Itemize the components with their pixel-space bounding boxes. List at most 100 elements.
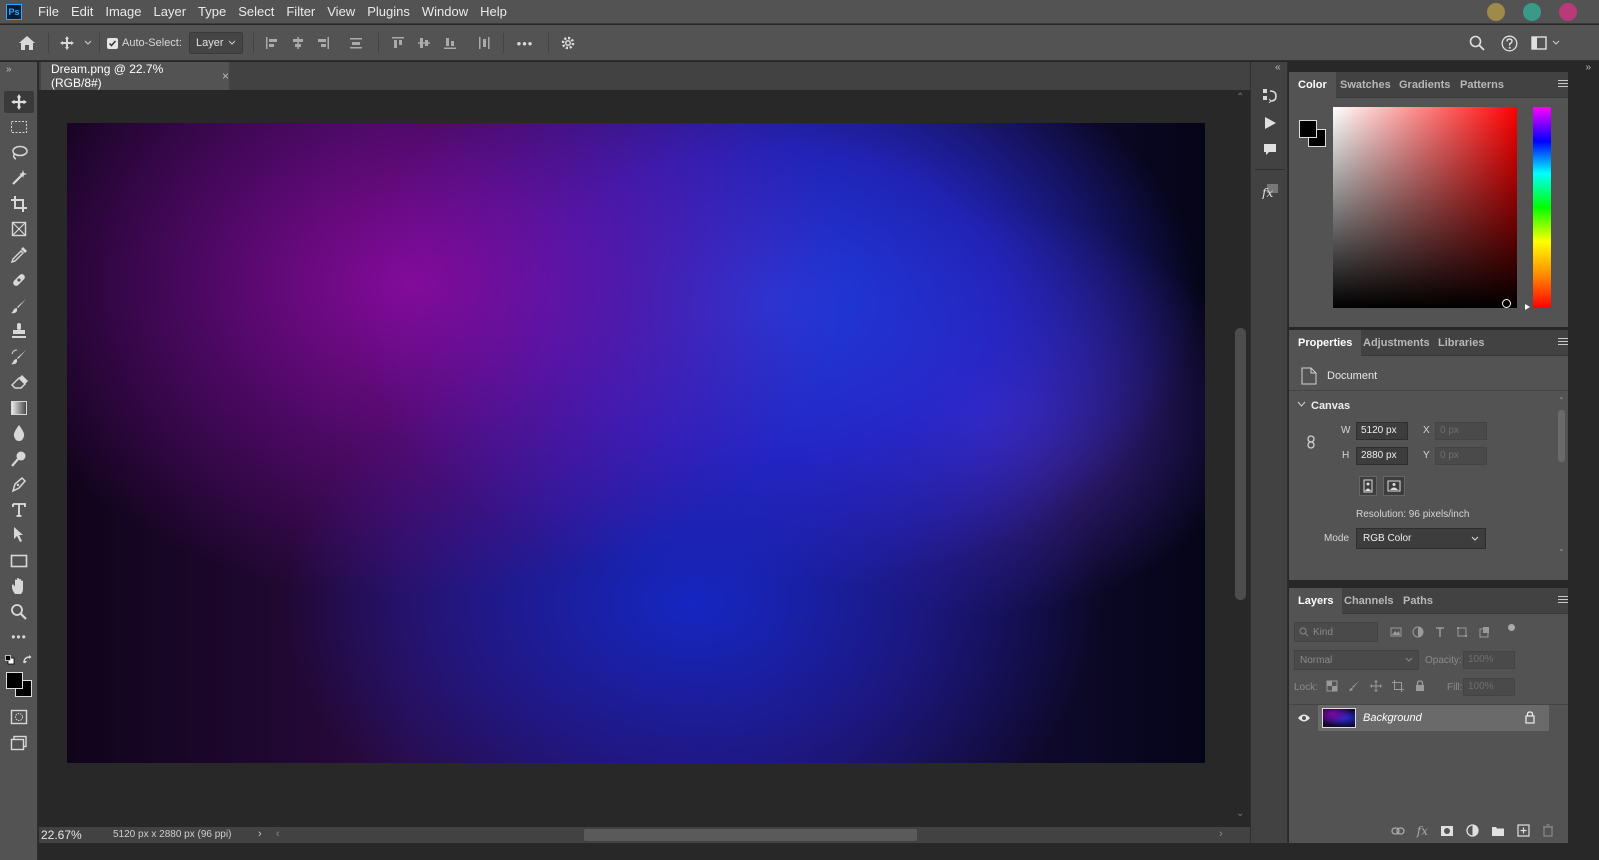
scroll-right-icon[interactable]: › <box>1219 828 1223 840</box>
tab-patterns[interactable]: Patterns <box>1451 72 1513 98</box>
color-picker-handle[interactable] <box>1502 299 1511 308</box>
collab-dot-2[interactable] <box>1523 3 1541 21</box>
menu-filter[interactable]: Filter <box>280 0 321 24</box>
menu-plugins[interactable]: Plugins <box>361 0 416 24</box>
eraser-tool[interactable] <box>4 371 34 393</box>
gradient-tool[interactable] <box>4 397 34 419</box>
align-left-button[interactable] <box>264 25 280 61</box>
shape-layer-filter-icon[interactable] <box>1456 626 1468 638</box>
default-colors-button[interactable] <box>5 655 15 665</box>
properties-scrollbar[interactable]: ⌃ ⌄ <box>1557 392 1567 580</box>
blur-tool[interactable] <box>4 422 34 444</box>
new-adjustment-layer-icon[interactable] <box>1466 824 1479 837</box>
add-mask-icon[interactable] <box>1440 825 1454 837</box>
properties-scroll-thumb[interactable] <box>1558 410 1565 462</box>
lock-all-icon[interactable] <box>1414 680 1426 692</box>
portrait-orientation-button[interactable] <box>1359 476 1377 496</box>
canvas-y-field[interactable]: 0 px <box>1435 447 1487 465</box>
eyedropper-tool[interactable] <box>4 244 34 266</box>
zoom-tool[interactable] <box>4 601 34 623</box>
menu-window[interactable]: Window <box>416 0 474 24</box>
tab-color[interactable]: Color <box>1289 72 1336 98</box>
collab-dot-3[interactable] <box>1559 3 1577 21</box>
menu-type[interactable]: Type <box>192 0 232 24</box>
link-icon[interactable] <box>1306 435 1316 449</box>
auto-select-target-dropdown[interactable]: Layer <box>189 25 243 61</box>
filter-toggle[interactable] <box>1508 624 1515 631</box>
smart-object-filter-icon[interactable] <box>1478 626 1490 638</box>
menu-view[interactable]: View <box>321 0 361 24</box>
zoom-level[interactable]: 22.67% <box>41 828 82 842</box>
layer-style-icon[interactable]: fx <box>1417 824 1428 838</box>
canvas-section-title[interactable]: Canvas <box>1311 400 1350 412</box>
new-layer-icon[interactable] <box>1517 824 1530 837</box>
chevron-down-icon[interactable] <box>82 25 94 61</box>
document-canvas-image[interactable] <box>67 123 1205 763</box>
type-layer-filter-icon[interactable] <box>1434 626 1446 638</box>
frame-tool[interactable] <box>4 218 34 240</box>
collapse-toolbar-icon[interactable]: » <box>6 64 12 75</box>
menu-select[interactable]: Select <box>232 0 280 24</box>
blend-mode-dropdown[interactable]: Normal <box>1294 650 1419 670</box>
tab-properties[interactable]: Properties <box>1289 330 1362 356</box>
clone-stamp-tool[interactable] <box>4 320 34 342</box>
scroll-down-icon[interactable]: ⌄ <box>1558 544 1565 553</box>
layer-row[interactable]: Background <box>1289 705 1549 731</box>
dodge-tool[interactable] <box>4 448 34 470</box>
tab-adjustments[interactable]: Adjustments <box>1354 330 1439 356</box>
move-tool[interactable] <box>4 91 34 113</box>
align-bottom-button[interactable] <box>442 25 458 61</box>
foreground-color-swatch[interactable] <box>1299 120 1317 138</box>
chevron-down-icon[interactable] <box>1297 401 1306 407</box>
status-menu-arrow-icon[interactable]: › <box>258 828 262 840</box>
document-tab[interactable]: Dream.png @ 22.7% (RGB/8#) × <box>41 62 229 90</box>
scroll-down-icon[interactable]: ⌄ <box>1236 808 1244 819</box>
collab-dot-1[interactable] <box>1487 3 1505 21</box>
menu-edit[interactable]: Edit <box>65 0 99 24</box>
rectangle-tool[interactable] <box>4 550 34 572</box>
lock-position-icon[interactable] <box>1370 680 1382 692</box>
settings-button[interactable] <box>557 25 579 61</box>
opacity-field[interactable]: 100% <box>1463 651 1515 669</box>
lock-artboard-icon[interactable] <box>1392 680 1404 692</box>
hue-slider[interactable] <box>1533 107 1551 308</box>
actions-panel-button[interactable] <box>1259 112 1281 134</box>
layer-name[interactable]: Background <box>1363 712 1422 724</box>
properties-panel-menu-icon[interactable] <box>1558 338 1568 348</box>
scroll-up-icon[interactable]: ⌃ <box>1558 396 1565 405</box>
move-tool-preset-button[interactable] <box>56 25 78 61</box>
auto-select-checkbox[interactable]: Auto-Select: <box>107 25 183 61</box>
menu-file[interactable]: File <box>32 0 65 24</box>
menu-layer[interactable]: Layer <box>148 0 193 24</box>
tab-paths[interactable]: Paths <box>1394 588 1442 614</box>
fill-field[interactable]: 100% <box>1463 678 1515 696</box>
vertical-scrollbar[interactable]: ⌃ ⌄ <box>1232 90 1250 827</box>
distribute-vertical-button[interactable] <box>348 25 364 61</box>
collapse-panels-icon[interactable]: » <box>1585 62 1591 73</box>
brush-tool[interactable] <box>4 295 34 317</box>
tab-gradients[interactable]: Gradients <box>1390 72 1459 98</box>
workspace-button[interactable] <box>1529 25 1549 61</box>
type-tool[interactable] <box>4 499 34 521</box>
canvas-height-field[interactable]: 2880 px <box>1356 447 1408 465</box>
tab-libraries[interactable]: Libraries <box>1429 330 1493 356</box>
crop-tool[interactable] <box>4 193 34 215</box>
magic-wand-tool[interactable] <box>4 167 34 189</box>
scroll-left-icon[interactable]: ‹ <box>276 828 280 840</box>
pen-tool[interactable] <box>4 473 34 495</box>
distribute-horizontal-button[interactable] <box>476 25 492 61</box>
align-center-h-button[interactable] <box>290 25 306 61</box>
align-top-button[interactable] <box>390 25 406 61</box>
home-button[interactable] <box>14 25 40 61</box>
menu-image[interactable]: Image <box>99 0 147 24</box>
landscape-orientation-button[interactable] <box>1383 476 1405 496</box>
search-button[interactable] <box>1466 25 1488 61</box>
delete-layer-icon[interactable] <box>1542 824 1554 837</box>
layer-lock-icon[interactable] <box>1525 711 1535 724</box>
tab-channels[interactable]: Channels <box>1335 588 1403 614</box>
adjustment-layer-filter-icon[interactable] <box>1412 626 1424 638</box>
align-right-button[interactable] <box>315 25 331 61</box>
horizontal-scroll-thumb[interactable] <box>584 829 917 841</box>
edit-toolbar-button[interactable]: ••• <box>4 626 34 648</box>
lock-image-pixels-icon[interactable] <box>1348 680 1360 692</box>
